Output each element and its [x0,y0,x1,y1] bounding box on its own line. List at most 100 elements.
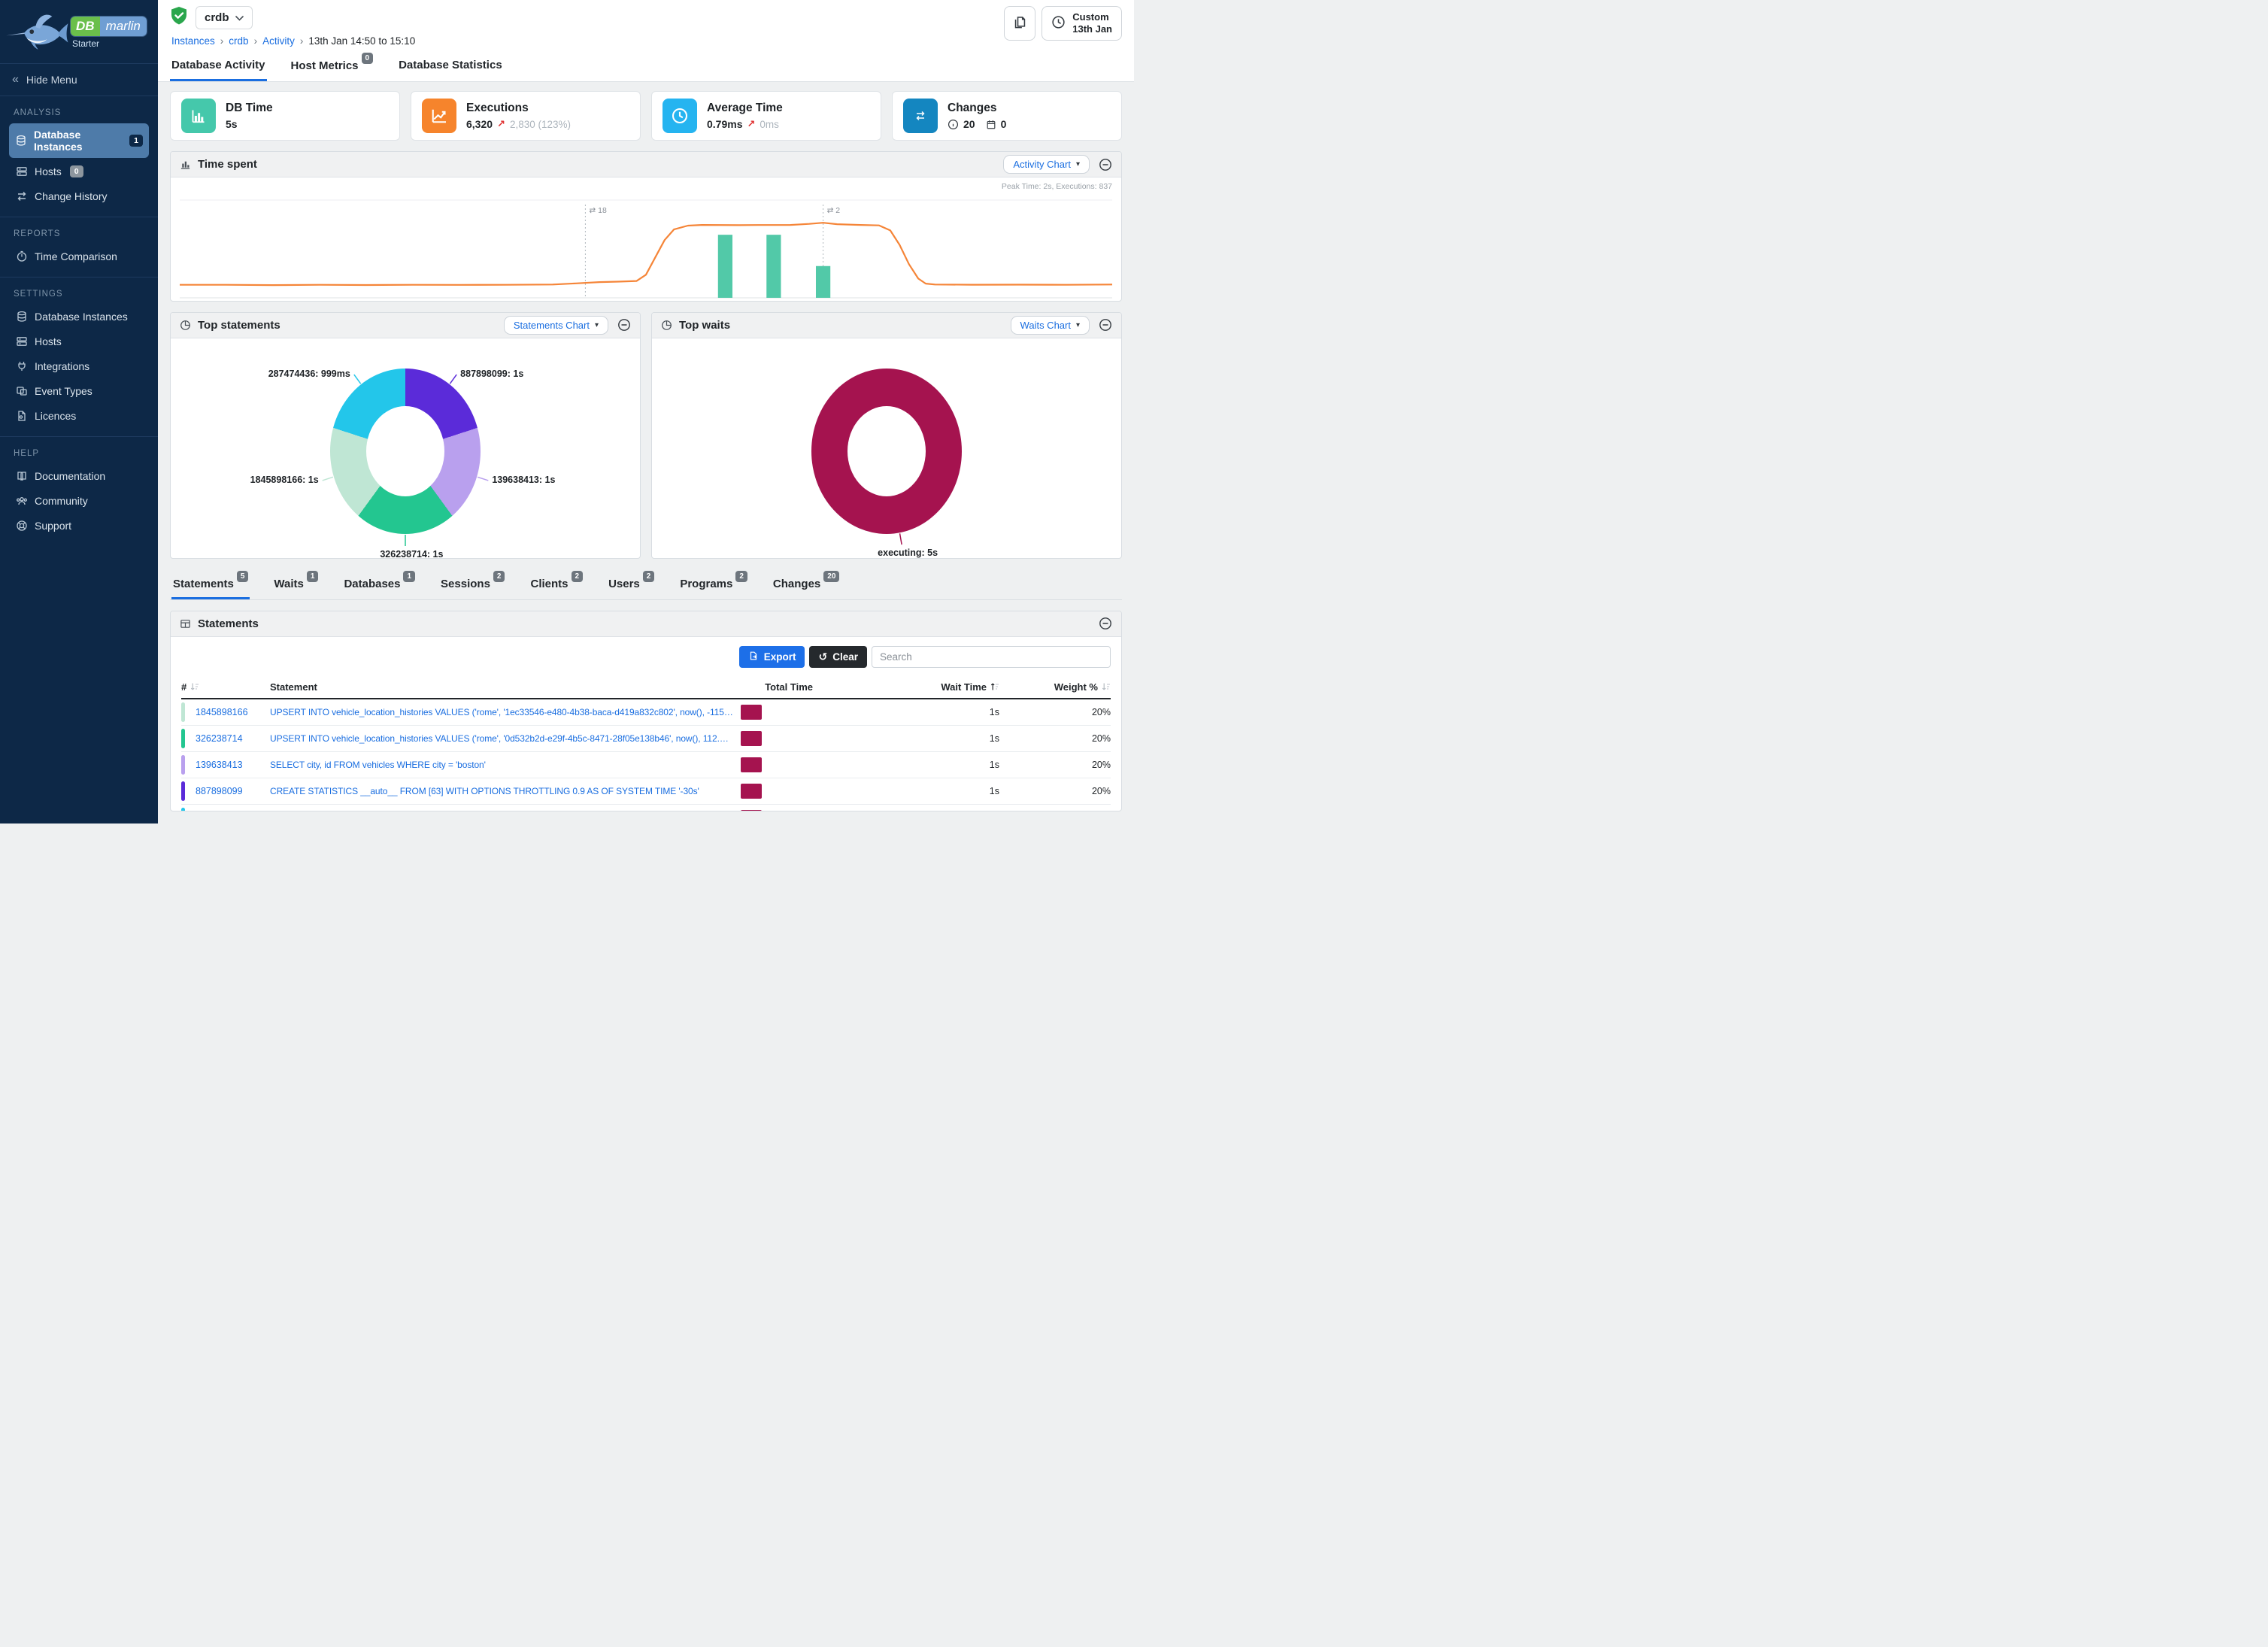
hide-menu-button[interactable]: « Hide Menu [0,63,158,96]
tab-label: Sessions [441,578,490,590]
sidebar-item-label: Licences [35,410,76,422]
sidebar-item-time-comparison[interactable]: Time Comparison [9,244,149,268]
sidebar-item-event-types[interactable]: Event Types [9,379,149,402]
change-marker-label: ⇄ 2 [827,206,841,215]
sidebar-item-database-instances[interactable]: Database Instances1 [9,123,149,158]
tab-label: Database Activity [171,59,265,71]
breadcrumb-separator-icon: › [220,35,224,47]
sidebar-item-label: Hosts [35,335,62,347]
detail-tab-clients[interactable]: Clients2 [529,571,584,599]
statement-id-link[interactable]: 326238714 [196,733,243,744]
statement-text-link[interactable]: UPSERT INTO vehicle_location_histories V… [270,733,741,744]
detail-tab-waits[interactable]: Waits1 [272,571,320,599]
statements-chart-select[interactable]: Statements Chart▾ [504,316,608,335]
collapse-panel-icon[interactable] [1099,617,1112,630]
sidebar-item-documentation[interactable]: Documentation [9,464,149,487]
app-logo: DB marlin Starter [0,0,158,63]
events-icon [15,384,28,397]
statement-id-link[interactable]: 887898099 [196,786,243,796]
instance-selector-button[interactable]: crdb [196,6,253,29]
sidebar-item-licences[interactable]: Licences [9,404,149,427]
column-header-[interactable]: # [181,681,270,693]
detail-tab-changes[interactable]: Changes20 [772,571,841,599]
metric-card-value: 200 [948,118,1006,130]
column-header-statement[interactable]: Statement [270,681,741,693]
sidebar-item-hosts[interactable]: Hosts0 [9,159,149,183]
total-time-bar [741,731,762,746]
time-range-mode: Custom [1072,11,1108,23]
statement-id-link[interactable]: 1845898166 [196,707,248,717]
column-header-label: Weight % [1054,681,1098,693]
chart-select-label: Activity Chart [1013,159,1071,170]
undo-icon: ↺ [818,651,827,663]
waits-donut-chart: executing: 5s [652,338,1121,558]
time-range-button[interactable]: Custom 13th Jan [1042,6,1122,41]
detail-tab-statements[interactable]: Statements5 [171,571,250,599]
sidebar-item-hosts[interactable]: Hosts [9,329,149,353]
metric-card-text: Average Time0.79ms↗0ms [707,102,783,130]
sort-up-icon [990,682,999,691]
collapse-panel-icon[interactable] [1099,158,1112,171]
copy-link-button[interactable] [1004,6,1035,41]
wait-time-value: 1s [813,733,999,744]
metric-card-title: Average Time [707,102,783,115]
sidebar-item-community[interactable]: Community [9,489,149,512]
sidebar-item-database-instances[interactable]: Database Instances [9,305,149,328]
collapse-panel-icon[interactable] [1099,318,1112,332]
metric-card-text: Executions6,320↗2,830 (123%) [466,102,571,130]
changes-info-count: 20 [963,118,975,130]
table-row: 326238714 UPSERT INTO vehicle_location_hi… [181,726,1111,752]
export-button[interactable]: Export [739,646,805,668]
detail-tab-sessions[interactable]: Sessions2 [439,571,506,599]
column-header-wait-time[interactable]: Wait Time [813,681,999,693]
statement-id-cell: 139638413 [181,755,270,775]
tab-label: Statements [173,578,234,590]
community-icon [15,494,28,507]
sidebar: DB marlin Starter « Hide Menu ANALYSISDa… [0,0,158,824]
clear-button[interactable]: ↺ Clear [809,646,867,668]
tab-host-metrics[interactable]: Host Metrics0 [290,53,375,81]
detail-tabs: Statements5Waits1Databases1Sessions2Clie… [170,571,1122,600]
breadcrumb-separator-icon: › [300,35,304,47]
breadcrumb-crdb[interactable]: crdb [229,35,248,47]
collapse-panel-icon[interactable] [617,318,631,332]
statement-text-link[interactable]: UPSERT INTO vehicle_location_histories V… [270,707,741,717]
breadcrumb-activity[interactable]: Activity [262,35,295,47]
donut-slice-label: executing: 5s [878,547,938,558]
topbar: crdb Instances›crdb›Activity›13th Jan 14… [158,0,1134,51]
total-time-bar [741,784,762,799]
sidebar-item-change-history[interactable]: Change History [9,184,149,208]
detail-tab-programs[interactable]: Programs2 [678,571,749,599]
activity-chart-select[interactable]: Activity Chart▾ [1003,155,1090,174]
column-header-total-time[interactable]: Total Time [741,681,813,693]
sidebar-item-integrations[interactable]: Integrations [9,354,149,378]
metric-delta: 2,830 (123%) [510,119,571,130]
column-header-label: Total Time [765,681,813,693]
logo-wordmark: DB marlin Starter [71,17,147,49]
tab-database-statistics[interactable]: Database Statistics [397,53,504,81]
licence-icon [15,409,28,422]
search-input[interactable] [872,646,1111,668]
breadcrumb-13th-jan-14-50-to-15-10: 13th Jan 14:50 to 15:10 [308,35,415,47]
detail-tab-users[interactable]: Users2 [607,571,656,599]
sidebar-section-analysis: ANALYSISDatabase Instances1Hosts0Change … [0,96,158,217]
statement-text-link[interactable]: CREATE STATISTICS __auto__ FROM [63] WIT… [270,786,741,796]
docs-icon [15,469,28,482]
table-row: 887898099 CREATE STATISTICS __auto__ FROM… [181,778,1111,805]
statement-id-link[interactable]: 139638413 [196,760,243,770]
detail-tab-databases[interactable]: Databases1 [342,571,417,599]
statement-text-link[interactable]: SELECT city, id FROM vehicles WHERE city… [270,760,741,770]
sidebar-item-support[interactable]: Support [9,514,149,537]
sort-down-icon [190,682,199,691]
statement-id-cell: 1845898166 [181,702,270,722]
sidebar-section-title: HELP [9,447,149,464]
logo-db-label: DB [71,17,100,36]
waits-chart-select[interactable]: Waits Chart▾ [1011,316,1090,335]
metric-card-title: DB Time [226,102,273,115]
breadcrumb-instances[interactable]: Instances [171,35,215,47]
sidebar-item-label: Support [35,520,71,532]
sidebar-item-label: Event Types [35,385,92,397]
tab-badge: 2 [735,571,747,582]
tab-database-activity[interactable]: Database Activity [170,53,267,81]
column-header-weight[interactable]: Weight % [999,681,1111,693]
